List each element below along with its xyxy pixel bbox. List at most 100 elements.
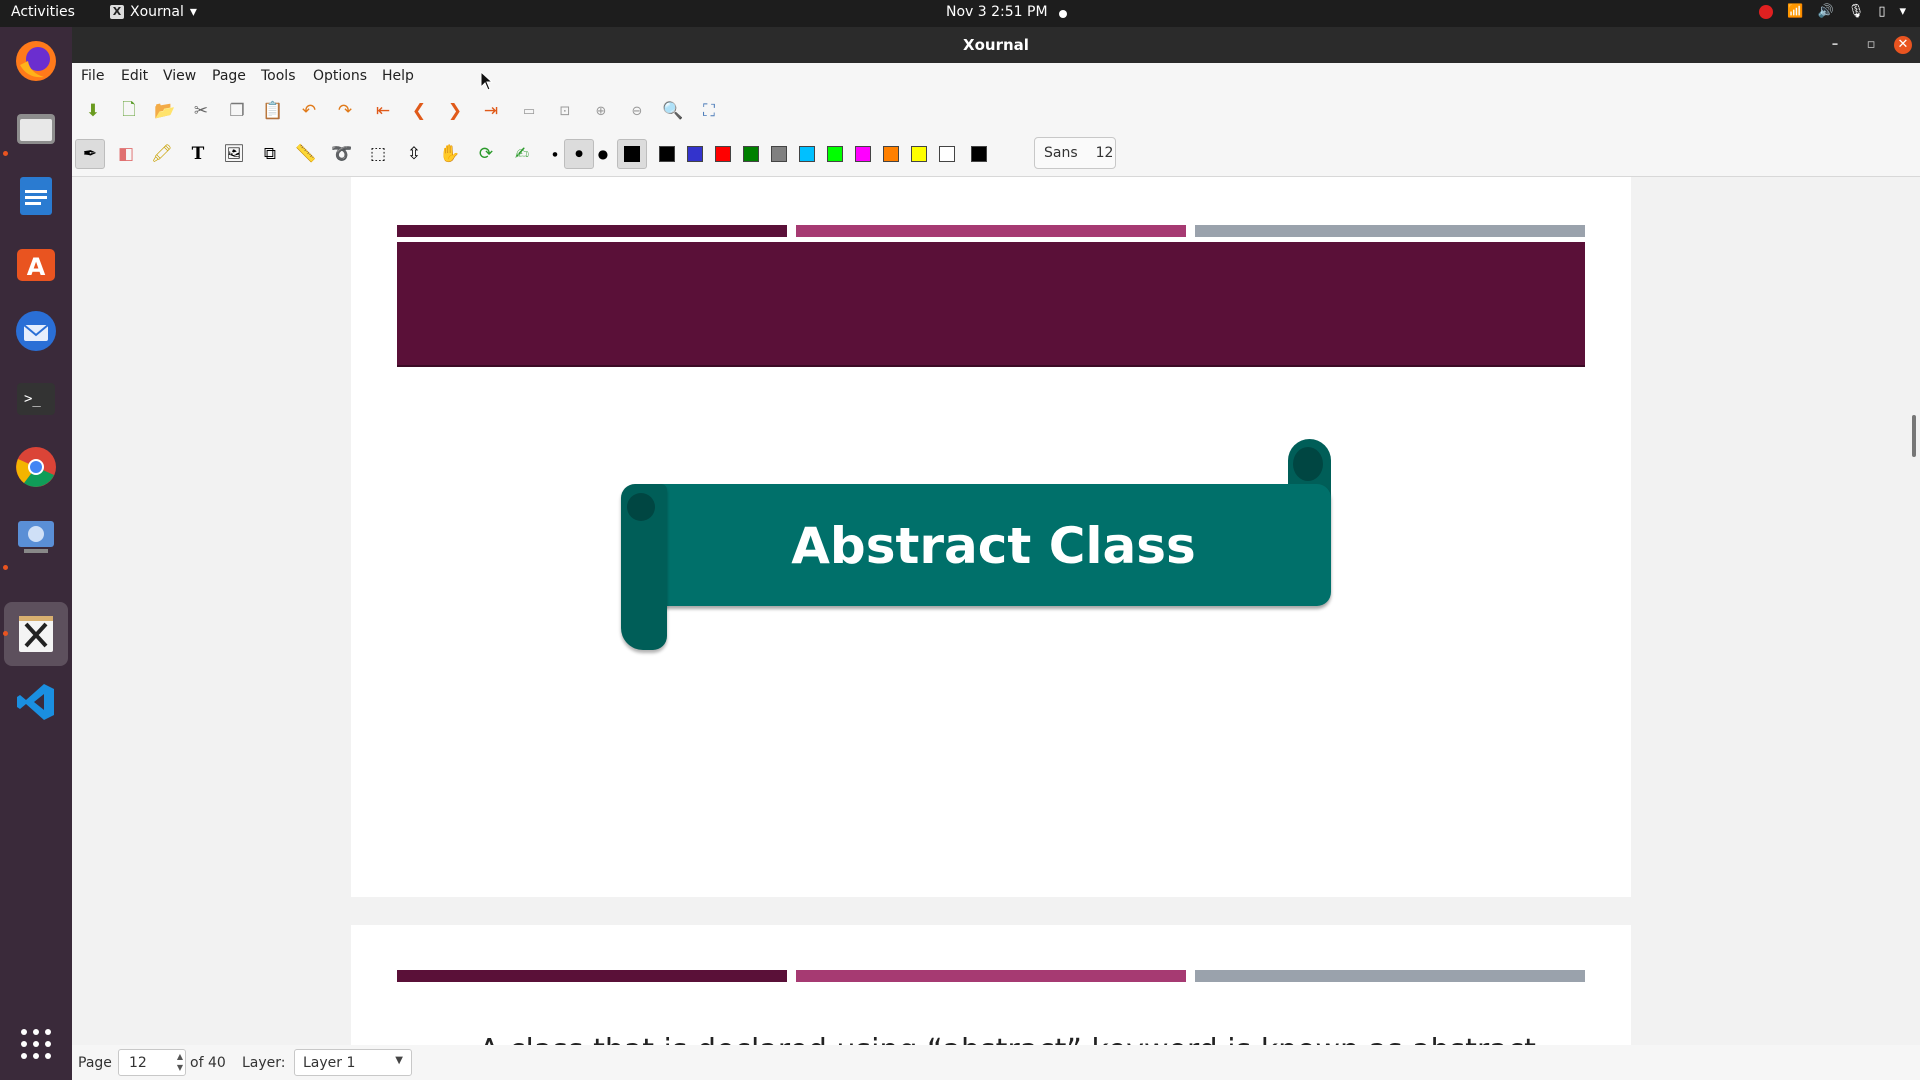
window-titlebar[interactable]: Xournal – ▫ ✕	[72, 27, 1920, 63]
color-swatch[interactable]	[771, 146, 787, 162]
svg-text:A: A	[27, 253, 46, 281]
menu-tools[interactable]: Tools	[261, 68, 296, 84]
vertical-space-icon[interactable]: ⇳	[399, 139, 429, 169]
prev-page-icon[interactable]: ❮	[404, 96, 434, 126]
mic-icon[interactable]: 🎙	[1848, 4, 1865, 19]
chevron-down-icon: ▼	[395, 1055, 403, 1066]
rect-select-icon[interactable]: ⬚	[363, 139, 393, 169]
page-next[interactable]: A class that is declared using “abstract…	[351, 925, 1631, 1045]
document-canvas[interactable]: Abstract Class A class that is declared …	[72, 177, 1920, 1045]
system-tray[interactable]: 📶 🔊 🎙 ▯ ▾	[1759, 4, 1906, 19]
redo-icon[interactable]: ↷	[330, 96, 360, 126]
copy-icon[interactable]: ❐	[222, 96, 252, 126]
chrome-icon[interactable]	[12, 443, 60, 491]
app-menu[interactable]: X Xournal ▾	[110, 4, 197, 20]
writer-icon[interactable]	[12, 172, 60, 220]
firefox-icon[interactable]	[12, 37, 60, 85]
cut-icon[interactable]: ✂	[186, 96, 216, 126]
dock: A >_	[0, 27, 72, 1080]
last-page-icon[interactable]: ⇥	[476, 96, 506, 126]
undo-icon[interactable]: ↶	[294, 96, 324, 126]
software-center-icon[interactable]: A	[12, 239, 60, 287]
layer-select[interactable]: Layer 1 ▼	[294, 1049, 412, 1076]
color-swatch[interactable]	[939, 146, 955, 162]
header-band-dark	[397, 225, 787, 237]
app-menu-label: Xournal	[130, 4, 184, 20]
menu-view[interactable]: View	[163, 68, 196, 84]
terminal-icon[interactable]: >_	[12, 375, 60, 423]
header-band-pink	[796, 970, 1186, 982]
mouse-cursor-icon	[480, 71, 494, 91]
page-number-input[interactable]: 12 ▲ ▼	[118, 1049, 186, 1076]
wifi-icon[interactable]: 📶	[1787, 4, 1803, 19]
pen-icon[interactable]: ✒	[75, 139, 105, 169]
xournal-dock-icon[interactable]	[12, 610, 60, 658]
volume-icon[interactable]: 🔊	[1818, 4, 1834, 19]
eraser-icon[interactable]: ◧	[111, 139, 141, 169]
files-icon[interactable]	[12, 104, 60, 152]
new-icon[interactable]: 🗋	[114, 96, 144, 126]
paste-icon[interactable]: 📋	[258, 96, 288, 126]
thunderbird-icon[interactable]	[12, 307, 60, 355]
minimize-button[interactable]: –	[1826, 36, 1844, 54]
color-swatch[interactable]	[687, 146, 703, 162]
vertical-scrollbar[interactable]	[1912, 415, 1916, 457]
maximize-button[interactable]: ▫	[1862, 36, 1880, 54]
text-icon[interactable]: T	[183, 139, 213, 169]
shape-recognizer-icon[interactable]: ⧉	[255, 139, 285, 169]
color-black-selected[interactable]	[617, 139, 647, 169]
system-menu-icon[interactable]: ▾	[1899, 4, 1906, 19]
highlighter-icon[interactable]: 🖍	[147, 139, 177, 169]
record-icon[interactable]	[1759, 4, 1774, 19]
color-swatch[interactable]	[855, 146, 871, 162]
lasso-icon[interactable]: ➰	[327, 139, 357, 169]
ruler-icon[interactable]: 📏	[291, 139, 321, 169]
menu-options[interactable]: Options	[313, 68, 367, 84]
hand-icon[interactable]: ✋	[435, 139, 465, 169]
open-icon[interactable]: 📂	[150, 96, 180, 126]
page-body-text: A class that is declared using “abstract…	[479, 1033, 1579, 1045]
page-spinner-icon[interactable]: ▲ ▼	[177, 1051, 183, 1073]
close-button[interactable]: ✕	[1894, 36, 1912, 54]
page-label: Page	[78, 1055, 112, 1071]
default-pen-icon[interactable]: ✍	[507, 139, 537, 169]
next-page-icon[interactable]: ❯	[440, 96, 470, 126]
menu-file[interactable]: File	[81, 68, 104, 84]
layer-label: Layer:	[242, 1055, 286, 1071]
banner-title: Abstract Class	[791, 517, 1196, 575]
grid-icon[interactable]	[12, 1020, 60, 1068]
zoom-search-icon[interactable]: 🔍	[658, 96, 688, 126]
zoom-out-icon[interactable]: ⊖	[622, 96, 652, 126]
screenshot-tool-icon[interactable]	[12, 511, 60, 559]
fullscreen-icon[interactable]: ⛶	[694, 96, 724, 126]
color-swatch[interactable]	[743, 146, 759, 162]
first-page-icon[interactable]: ⇤	[368, 96, 398, 126]
save-icon[interactable]: ⬇	[78, 96, 108, 126]
zoom-in-icon[interactable]: ⊕	[586, 96, 616, 126]
zoom-width-icon[interactable]: ▭	[514, 96, 544, 126]
color-swatch[interactable]	[971, 146, 987, 162]
menu-page[interactable]: Page	[212, 68, 246, 84]
color-swatch[interactable]	[659, 146, 675, 162]
menu-edit[interactable]: Edit	[121, 68, 148, 84]
banner-right-curl	[1293, 447, 1323, 481]
clock[interactable]: Nov 3 2:51 PM	[946, 4, 1048, 20]
font-button[interactable]: Sans 12	[1034, 137, 1116, 169]
battery-icon[interactable]: ▯	[1878, 4, 1885, 19]
color-swatch[interactable]	[911, 146, 927, 162]
zoom-fit-icon[interactable]: ⊡	[550, 96, 580, 126]
top-bar: Activities X Xournal ▾ Nov 3 2:51 PM 📶 🔊…	[0, 0, 1920, 27]
color-swatch[interactable]	[715, 146, 731, 162]
header-band-dark	[397, 970, 787, 982]
color-swatch[interactable]	[883, 146, 899, 162]
banner-left-curl	[627, 493, 655, 521]
default-tool-icon[interactable]: ⟳	[471, 139, 501, 169]
page-current[interactable]: Abstract Class	[351, 177, 1631, 897]
thick-dot-icon[interactable]: ●	[588, 139, 618, 169]
menu-help[interactable]: Help	[382, 68, 414, 84]
color-swatch[interactable]	[799, 146, 815, 162]
image-icon[interactable]: 🖼	[219, 139, 249, 169]
activities-button[interactable]: Activities	[11, 4, 75, 20]
vscode-icon[interactable]	[12, 678, 60, 726]
color-swatch[interactable]	[827, 146, 843, 162]
